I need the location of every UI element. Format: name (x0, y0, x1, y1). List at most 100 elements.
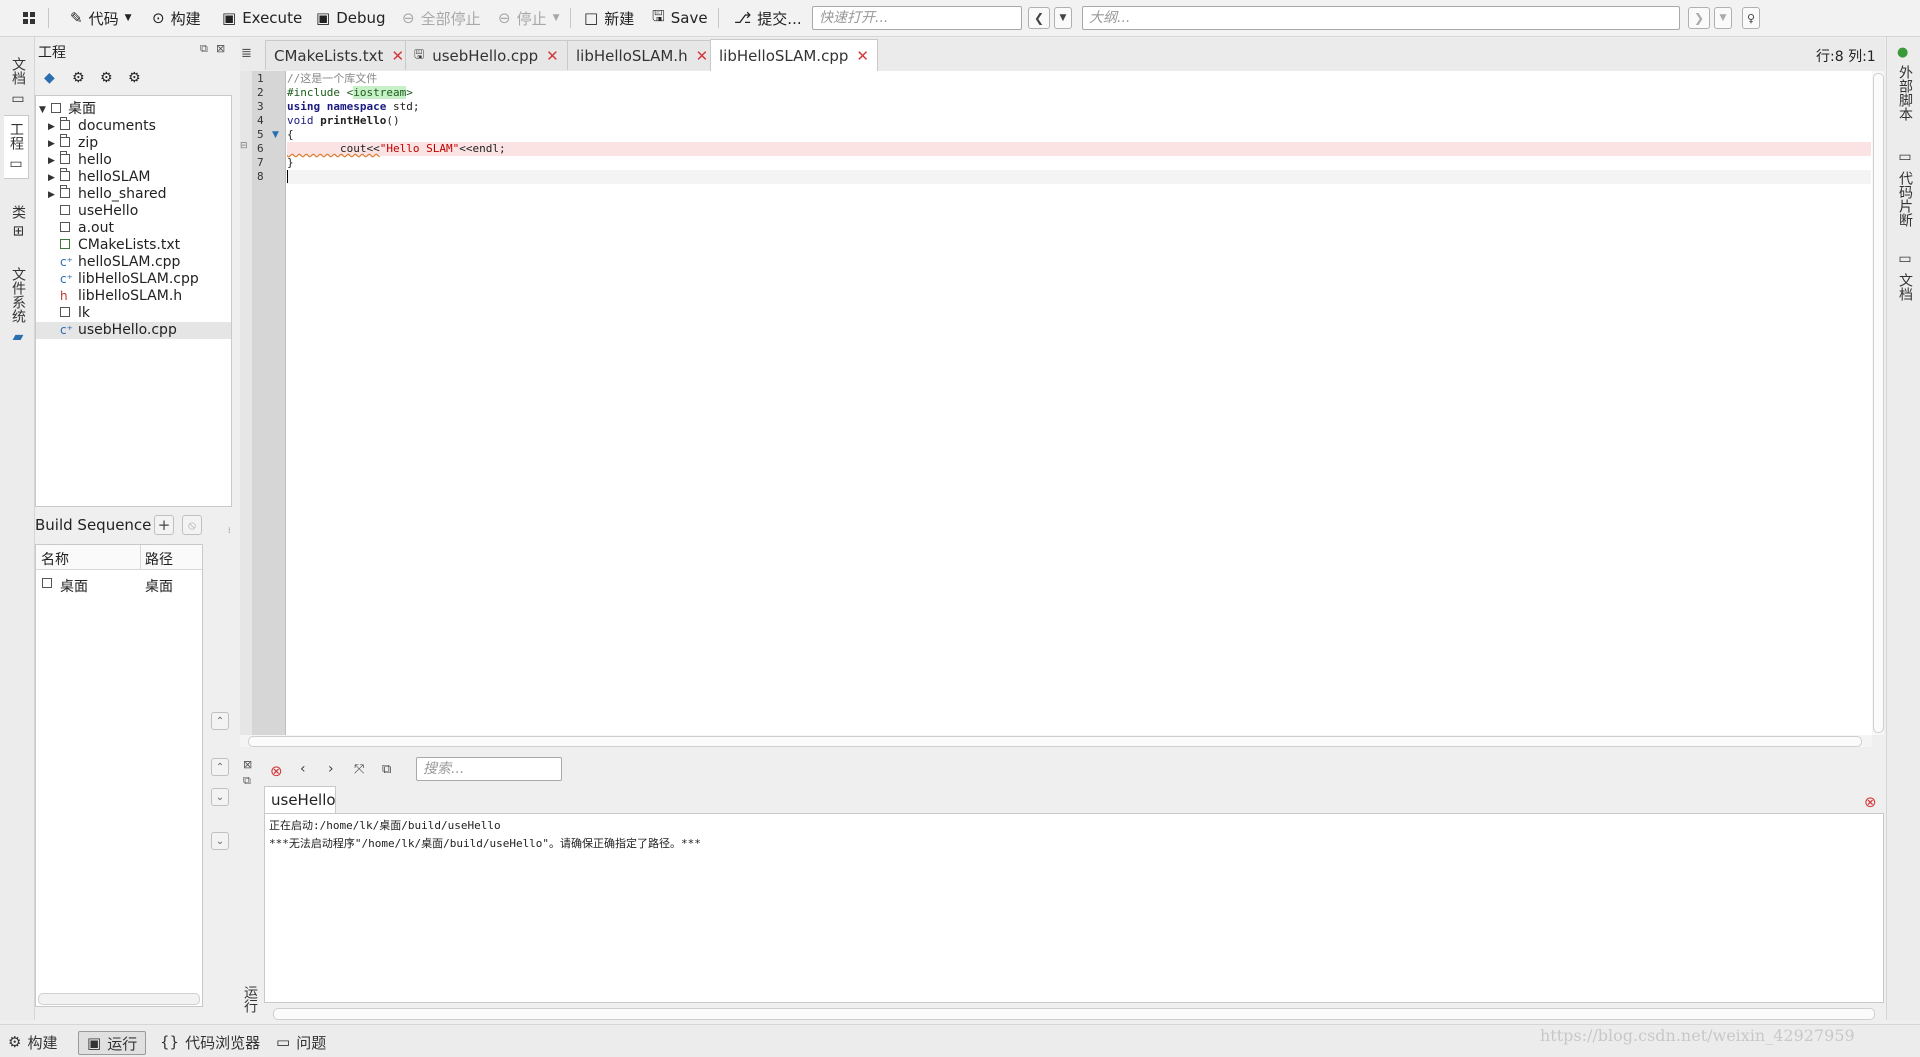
tree-item[interactable]: ▶ hello_shared (36, 185, 231, 204)
horizontal-scrollbar[interactable] (38, 993, 200, 1005)
tree-item[interactable]: h libHelloSLAM.h (36, 288, 231, 305)
tab-documentation[interactable]: ▭ 文档 (1893, 251, 1917, 301)
tab-libhelloslam-h[interactable]: libHelloSLAM.h ✕ (567, 40, 718, 70)
tree-item[interactable]: ▶ helloSLAM (36, 168, 231, 187)
editor-horizontal-scrollbar[interactable] (240, 735, 1872, 747)
scroll-down-icon[interactable]: ⌄ (211, 788, 229, 806)
editor-vertical-scrollbar[interactable] (1872, 71, 1884, 735)
tab-code-snippets[interactable]: ▭ 代码片断 (1893, 149, 1917, 227)
fold-marker-icon[interactable]: ⊟ (240, 141, 248, 151)
tree-item[interactable]: ▶ zip (36, 134, 231, 153)
run-tool-button[interactable]: ▣ 运行 (78, 1031, 147, 1055)
stop-run-icon[interactable]: ⊗ (270, 762, 283, 780)
debug-button[interactable]: ▣ Debug (316, 6, 386, 30)
project-panel-header: 工程 ⧉ ⊠ (34, 38, 234, 62)
code-line: void printHello() (287, 114, 400, 127)
output-search-input[interactable]: 搜索... (416, 757, 562, 781)
collapsed-arrow-icon[interactable]: ▶ (48, 119, 55, 136)
tab-usebhello[interactable]: 🖫 usebHello.cpp ✕ (405, 40, 568, 70)
tree-item-label: libHelloSLAM.cpp (78, 271, 199, 287)
tree-item[interactable]: ▶ hello (36, 151, 231, 170)
stop-all-button[interactable]: ⊖ 全部停止 (402, 6, 481, 30)
tab-filesystem[interactable]: 文件系统 ▰ (6, 267, 30, 345)
stop-all-icon: ⊖ (402, 9, 415, 27)
commit-button[interactable]: ⎇ 提交... (734, 6, 802, 30)
close-panel-icon[interactable]: ⊠ (216, 42, 225, 55)
tab-project[interactable]: 工程 ▭ (4, 115, 29, 179)
tree-item[interactable]: c⁺ libHelloSLAM.cpp (36, 271, 231, 288)
tab-classes[interactable]: 类 ⊞ (6, 205, 30, 237)
tree-item[interactable]: useHello (36, 203, 231, 220)
text-cursor (287, 170, 288, 183)
remove-icon[interactable]: ⦸ (182, 515, 202, 535)
settings-remove-icon[interactable]: ⚙ (128, 70, 141, 86)
history-dropdown[interactable]: ▼ (1054, 7, 1072, 29)
add-icon[interactable]: + (154, 515, 174, 535)
close-icon[interactable]: ✕ (546, 47, 559, 65)
tab-libhelloslam-cpp[interactable]: libHelloSLAM.cpp ✕ (710, 39, 878, 71)
problems-button[interactable]: ▭ 问题 (276, 1031, 326, 1053)
fold-arrow-icon[interactable]: ▼ (272, 130, 279, 140)
forward-button[interactable]: ❯ (1688, 7, 1710, 29)
hint-button[interactable]: ♀ (1742, 7, 1760, 29)
new-button[interactable]: □ 新建 (584, 6, 634, 30)
tree-item[interactable]: a.out (36, 220, 231, 237)
chevron-right-icon[interactable]: › (328, 761, 334, 777)
collapsed-arrow-icon[interactable]: ▶ (48, 153, 55, 170)
table-row[interactable]: 桌面 桌面 (36, 575, 202, 595)
column-header-name[interactable]: 名称 (41, 549, 69, 569)
tree-item[interactable]: ▶ documents (36, 117, 231, 136)
close-icon[interactable]: ✕ (856, 47, 869, 65)
back-button[interactable]: ❮ (1028, 7, 1050, 29)
tree-item[interactable]: CMakeLists.txt (36, 237, 231, 254)
scroll-bottom-icon[interactable]: ⌄ (211, 832, 229, 850)
forward-dropdown[interactable]: ▼ (1714, 7, 1732, 29)
close-icon[interactable]: ✕ (391, 47, 404, 65)
scrollbar-thumb[interactable] (1873, 73, 1884, 733)
area-tabs-icon[interactable] (22, 6, 36, 30)
link-editor-icon[interactable]: ◆ (44, 70, 55, 86)
code-editor[interactable]: //这是一个库文件 #include <iostream> using name… (286, 71, 1872, 735)
close-tab-icon[interactable]: ⊗ (1864, 793, 1877, 811)
scroll-up-icon[interactable]: ⌃ (211, 758, 229, 776)
stop-button[interactable]: ⊖ 停止 ▼ (498, 6, 560, 30)
float-panel-icon[interactable]: ⧉ (200, 42, 208, 56)
output-horizontal-scrollbar[interactable] (273, 1008, 1875, 1020)
tree-item[interactable]: c⁺ usebHello.cpp (36, 322, 231, 339)
outline-input[interactable]: 大纲... (1082, 6, 1680, 30)
save-button[interactable]: 🖫 Save (652, 6, 708, 30)
build-button[interactable]: ⊙ 构建 (152, 6, 201, 30)
settings-add-icon[interactable]: ⚙ (100, 70, 113, 86)
quick-open-input[interactable]: 快速打开... (812, 6, 1022, 30)
tab-external-scripts[interactable]: 外部脚本 (1893, 65, 1917, 121)
tree-item[interactable]: lk (36, 305, 231, 322)
collapsed-arrow-icon[interactable]: ▶ (48, 136, 55, 153)
build-tool-button[interactable]: ⚙ 构建 (8, 1031, 57, 1053)
settings-icon[interactable]: ⚙ (72, 70, 85, 86)
code-browser-button[interactable]: {} 代码浏览器 (160, 1031, 260, 1053)
tab-list-icon[interactable]: ≣ (241, 46, 252, 61)
code-menu-button[interactable]: ✎ 代码 ▼ (70, 6, 132, 30)
execute-button[interactable]: ▣ Execute (222, 6, 302, 30)
executable-icon (60, 205, 70, 215)
commit-icon: ⎇ (734, 9, 752, 27)
copy-icon[interactable]: ⧉ (382, 762, 391, 777)
tree-item[interactable]: c⁺ helloSLAM.cpp (36, 254, 231, 271)
tab-cmakelists[interactable]: CMakeLists.txt ✕ (265, 40, 414, 70)
tree-root[interactable]: ▼ 桌面 (36, 101, 231, 118)
splitter-handle[interactable]: ⁞ (228, 526, 231, 535)
column-header-path[interactable]: 路径 (145, 549, 173, 569)
close-icon[interactable]: ✕ (696, 47, 709, 65)
expand-icon[interactable]: ⤧ (354, 762, 364, 777)
collapsed-arrow-icon[interactable]: ▶ (48, 170, 55, 187)
collapsed-arrow-icon[interactable]: ▶ (48, 187, 55, 204)
output-tab-usehello[interactable]: useHello (264, 786, 336, 813)
row-name-cell: 桌面 (60, 579, 88, 595)
chevron-left-icon[interactable]: ‹ (300, 761, 306, 777)
collapse-up-icon[interactable]: ⌃ (211, 712, 229, 730)
scrollbar-thumb[interactable] (248, 736, 1862, 747)
tree-item-label: lk (78, 305, 90, 321)
output-console[interactable]: 正在启动:/home/lk/桌面/build/useHello ***无法启动程… (264, 813, 1884, 1020)
tab-documents[interactable]: 文档 ▭ (6, 57, 30, 107)
cpp-file-icon: c⁺ (60, 255, 73, 269)
